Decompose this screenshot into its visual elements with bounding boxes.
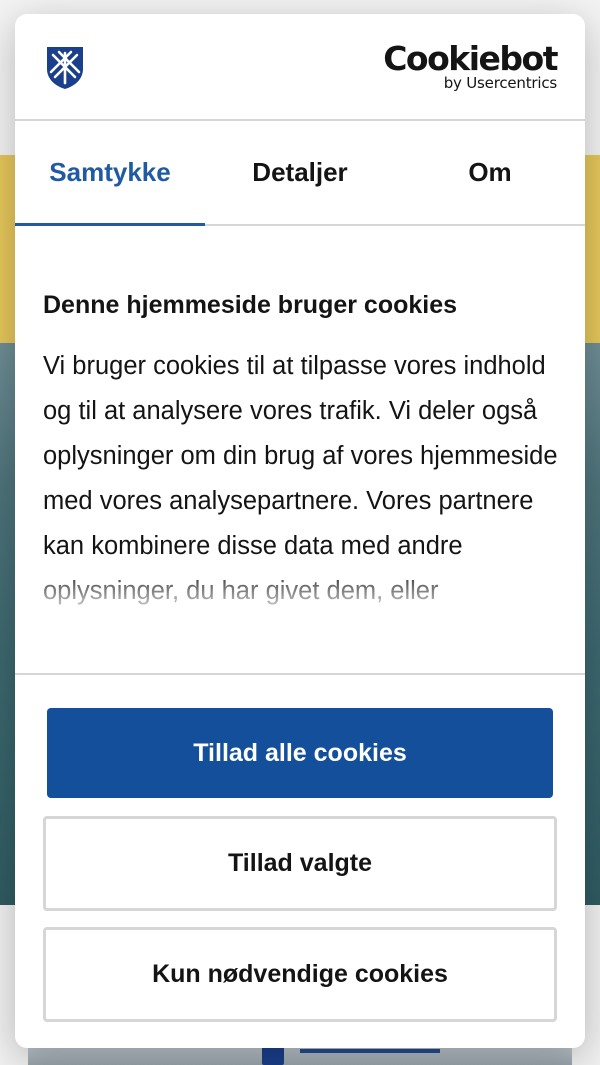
dialog-header: Cookiebot by Usercentrics bbox=[15, 14, 585, 121]
shield-crest-icon bbox=[47, 47, 83, 89]
allow-selected-button[interactable]: Tillad valgte bbox=[43, 816, 557, 911]
cookiebot-brand-name: Cookiebot bbox=[383, 39, 558, 78]
consent-content[interactable]: Denne hjemmeside bruger cookies Vi bruge… bbox=[15, 226, 585, 673]
content-fade-overlay bbox=[15, 566, 585, 673]
tab-samtykke[interactable]: Samtykke bbox=[15, 121, 205, 226]
tab-om[interactable]: Om bbox=[395, 121, 585, 224]
cookiebot-logo: Cookiebot by Usercentrics bbox=[383, 39, 558, 92]
dialog-footer: Tillad alle cookies Tillad valgte Kun nø… bbox=[15, 673, 585, 1048]
necessary-only-button[interactable]: Kun nødvendige cookies bbox=[43, 927, 557, 1022]
background-logo-mark bbox=[262, 1046, 284, 1065]
cookie-consent-dialog: Cookiebot by Usercentrics Samtykke Detal… bbox=[15, 14, 585, 1048]
allow-all-cookies-button[interactable]: Tillad alle cookies bbox=[47, 708, 553, 798]
background-photo-stripe bbox=[300, 1049, 440, 1053]
dialog-tabs: Samtykke Detaljer Om bbox=[15, 121, 585, 226]
consent-title: Denne hjemmeside bruger cookies bbox=[43, 291, 458, 319]
tab-detaljer[interactable]: Detaljer bbox=[205, 121, 395, 224]
